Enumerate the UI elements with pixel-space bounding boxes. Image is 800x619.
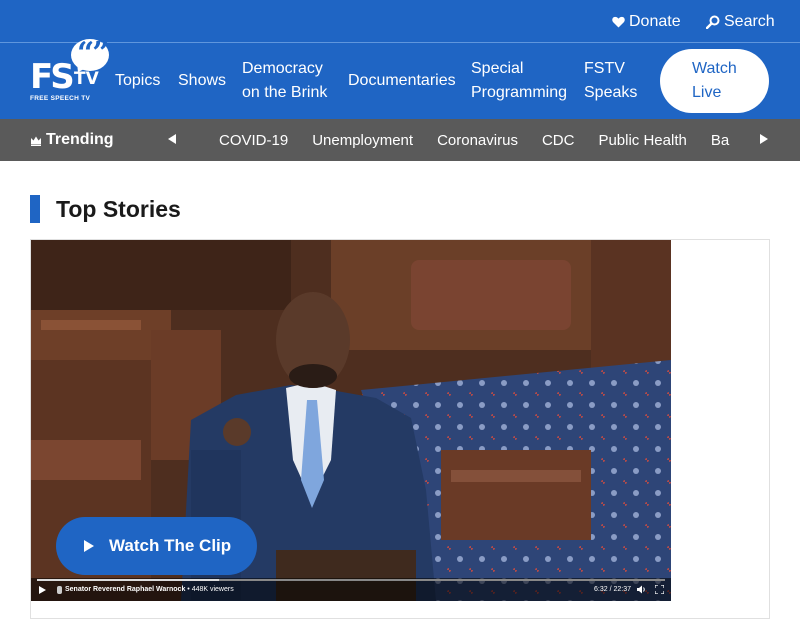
watch-live-label: Watch Live <box>692 60 737 101</box>
nav-documentaries[interactable]: Documentaries <box>348 69 456 93</box>
video-caption-views: • 448K viewers <box>187 586 234 593</box>
arrow-right-icon[interactable] <box>760 134 768 144</box>
trending-tag[interactable]: Unemployment <box>312 132 413 149</box>
video-progress-bar[interactable] <box>37 579 665 581</box>
video-controls: Senator Reverend Raphael Warnock • 448K … <box>31 578 671 601</box>
logo-quote: “” <box>77 36 109 71</box>
watch-live-button[interactable]: Watch Live <box>660 49 769 113</box>
nav-topics[interactable]: Topics <box>115 69 160 93</box>
trending-heading: Trending <box>30 119 114 161</box>
search-link[interactable]: Search <box>706 0 775 43</box>
video-caption: Senator Reverend Raphael Warnock • 448K … <box>65 586 234 593</box>
trending-tag[interactable]: CDC <box>542 132 575 149</box>
logo-tv: TV <box>74 69 99 89</box>
fullscreen-icon[interactable] <box>655 585 664 594</box>
video-caption-name: Senator Reverend Raphael Warnock <box>65 586 186 593</box>
video-progress-fill <box>37 579 220 581</box>
nav-fstv-speaks[interactable]: FSTV Speaks <box>584 57 654 105</box>
nav-shows[interactable]: Shows <box>178 69 226 93</box>
trending-tag[interactable]: Ba <box>711 132 729 149</box>
donate-link[interactable]: Donate <box>612 0 681 43</box>
control-play-icon[interactable] <box>39 586 46 594</box>
heading-accent-bar <box>30 195 40 223</box>
trending-tag[interactable]: Coronavirus <box>437 132 518 149</box>
heart-icon <box>612 16 625 27</box>
nav-special-programming[interactable]: Special Programming <box>471 57 575 105</box>
trending-label: Trending <box>46 131 114 148</box>
nav-democracy-on-the-brink[interactable]: Democracy on the Brink <box>242 57 338 105</box>
utility-bar: Donate Search <box>0 0 800 43</box>
watch-clip-button[interactable]: Watch The Clip <box>56 517 257 575</box>
play-icon <box>84 540 94 552</box>
logo-fs: FS <box>30 57 75 97</box>
featured-story-card: Watch The Clip Senator Reverend Raphael … <box>30 239 770 619</box>
crown-icon <box>31 136 41 146</box>
video-time: 6:32 / 22:37 <box>594 586 631 593</box>
speaker-avatar <box>57 586 62 594</box>
section-title: Top Stories <box>56 195 181 222</box>
trending-tags: COVID-19 Unemployment Coronavirus CDC Pu… <box>219 119 739 161</box>
volume-icon[interactable] <box>637 585 647 594</box>
donate-label: Donate <box>629 12 681 30</box>
trending-tag[interactable]: Public Health <box>598 132 686 149</box>
arrow-left-icon[interactable] <box>168 134 176 144</box>
watch-clip-label: Watch The Clip <box>109 536 232 555</box>
trending-bar: Trending COVID-19 Unemployment Coronavir… <box>0 119 800 161</box>
video-player[interactable]: Watch The Clip Senator Reverend Raphael … <box>31 240 671 601</box>
trending-tag[interactable]: COVID-19 <box>219 132 288 149</box>
search-icon <box>706 15 720 29</box>
main-nav: “” FS TV FREE SPEECH TV Topics Shows Dem… <box>0 36 800 119</box>
logo-tagline: FREE SPEECH TV <box>30 95 91 102</box>
top-stories-heading: Top Stories <box>30 195 181 223</box>
fstv-logo[interactable]: “” FS TV FREE SPEECH TV <box>30 36 109 105</box>
search-label: Search <box>724 12 775 30</box>
